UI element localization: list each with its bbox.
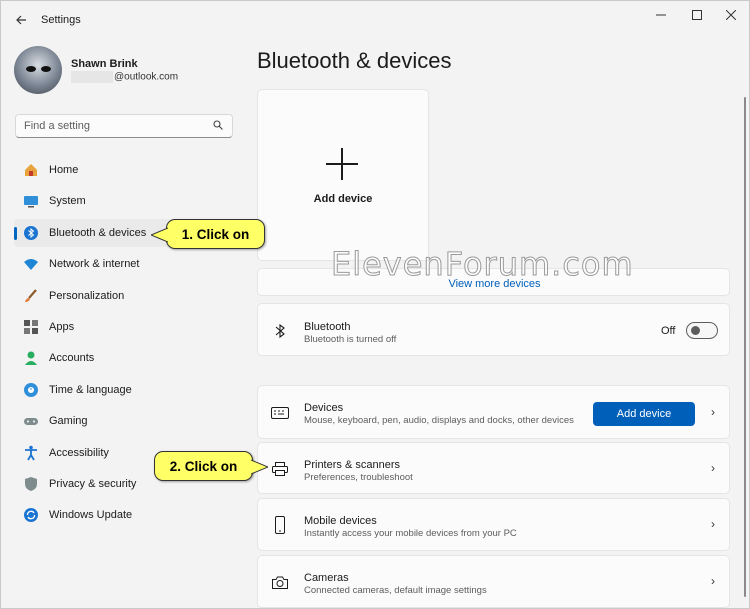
- sidebar-item-network[interactable]: Network & internet: [14, 250, 236, 278]
- user-email-suffix: @outlook.com: [114, 71, 179, 83]
- sidebar-item-system[interactable]: System: [14, 187, 236, 215]
- back-arrow-icon: [15, 15, 26, 25]
- maximize-icon: [692, 10, 702, 20]
- callout-step2: 2. Click on: [154, 451, 268, 481]
- user-email: @outlook.com: [71, 71, 178, 83]
- bluetooth-subtitle: Bluetooth is turned off: [304, 334, 397, 345]
- mobile-title: Mobile devices: [304, 515, 377, 527]
- close-icon: [726, 10, 736, 20]
- cameras-subtitle: Connected cameras, default image setting…: [304, 585, 487, 596]
- chevron-right-icon: ›: [711, 405, 715, 419]
- sidebar-item-time-language[interactable]: Time & language: [14, 376, 236, 404]
- settings-window: Settings Shawn Brink @outlook.com Home S…: [0, 0, 750, 609]
- sidebar-item-label: Accessibility: [49, 446, 109, 459]
- scrollbar[interactable]: [744, 97, 746, 597]
- mobile-devices-card[interactable]: Mobile devices Instantly access your mob…: [257, 498, 730, 551]
- callout-pointer: [251, 459, 268, 475]
- cameras-card[interactable]: Cameras Connected cameras, default image…: [257, 555, 730, 608]
- plus-icon: [326, 148, 358, 180]
- camera-icon: [270, 572, 290, 592]
- sidebar-item-gaming[interactable]: Gaming: [14, 407, 236, 435]
- bluetooth-toggle[interactable]: [686, 322, 718, 339]
- devices-title: Devices: [304, 402, 344, 414]
- callout-step1-text: 1. Click on: [181, 226, 250, 242]
- sidebar-item-label: Network & internet: [49, 258, 140, 271]
- home-icon: [23, 162, 39, 178]
- phone-icon: [270, 515, 290, 535]
- add-device-button[interactable]: Add device: [593, 402, 695, 426]
- keyboard-icon: [270, 403, 290, 423]
- mobile-subtitle: Instantly access your mobile devices fro…: [304, 528, 517, 539]
- sidebar-item-label: Home: [49, 164, 79, 176]
- add-device-label: Add device: [313, 193, 373, 205]
- sidebar-item-apps[interactable]: Apps: [14, 313, 236, 341]
- bluetooth-toggle-label: Off: [661, 325, 676, 337]
- sidebar-item-windows-update[interactable]: Windows Update: [14, 501, 236, 529]
- cameras-title: Cameras: [304, 572, 349, 584]
- chevron-right-icon: ›: [711, 574, 715, 588]
- bluetooth-icon: [270, 321, 290, 341]
- devices-subtitle: Mouse, keyboard, pen, audio, displays an…: [304, 415, 574, 426]
- sidebar-item-label: System: [49, 195, 86, 208]
- devices-card[interactable]: Devices Mouse, keyboard, pen, audio, dis…: [257, 385, 730, 439]
- chevron-right-icon: ›: [711, 517, 715, 531]
- callout-step1: 1. Click on: [151, 219, 265, 249]
- search-input[interactable]: [16, 115, 196, 137]
- sidebar-item-personalization[interactable]: Personalization: [14, 282, 236, 310]
- chevron-right-icon: ›: [711, 461, 715, 475]
- avatar-eye-left: [26, 66, 36, 72]
- bluetooth-icon: [23, 225, 39, 241]
- sidebar-item-accounts[interactable]: Accounts: [14, 344, 236, 372]
- avatar-eye-right: [41, 66, 51, 72]
- globe-icon: [23, 382, 39, 398]
- sidebar-item-label: Time & language: [49, 383, 132, 396]
- gamepad-icon: [23, 413, 39, 429]
- page-title: Bluetooth & devices: [257, 48, 452, 73]
- email-redaction: [71, 71, 113, 83]
- brush-icon: [23, 288, 39, 304]
- sidebar-item-label: Windows Update: [49, 509, 133, 522]
- sidebar-item-label: Apps: [49, 320, 75, 333]
- search-icon: [213, 120, 223, 130]
- title-bar: Settings: [1, 1, 750, 39]
- sidebar-item-home[interactable]: Home: [14, 156, 236, 184]
- sidebar-item-label: Gaming: [49, 415, 88, 428]
- apps-icon: [23, 319, 39, 335]
- avatar[interactable]: [14, 46, 62, 94]
- update-icon: [23, 507, 39, 523]
- shield-icon: [23, 476, 39, 492]
- search-box[interactable]: [15, 114, 233, 138]
- system-icon: [23, 193, 39, 209]
- sidebar-item-label: Accounts: [49, 352, 95, 365]
- accessibility-icon: [23, 445, 39, 461]
- accounts-icon: [23, 350, 39, 366]
- sidebar-item-label: Bluetooth & devices: [49, 226, 147, 239]
- wifi-icon: [23, 256, 39, 272]
- printer-icon: [270, 459, 290, 479]
- callout-step2-text: 2. Click on: [169, 458, 238, 474]
- printers-subtitle: Preferences, troubleshoot: [304, 472, 413, 483]
- minimize-button[interactable]: [641, 4, 681, 26]
- sidebar-item-label: Privacy & security: [49, 477, 137, 490]
- add-device-tile[interactable]: Add device: [257, 89, 429, 261]
- window-title: Settings: [41, 14, 81, 26]
- bluetooth-title: Bluetooth: [304, 321, 351, 333]
- printers-title: Printers & scanners: [304, 459, 400, 471]
- watermark: ElevenForum.com: [331, 245, 634, 284]
- callout-pointer: [151, 227, 168, 243]
- user-name: Shawn Brink: [71, 58, 138, 70]
- back-button[interactable]: [9, 9, 33, 31]
- sidebar-item-label: Personalization: [49, 289, 125, 302]
- printers-card[interactable]: Printers & scanners Preferences, trouble…: [257, 442, 730, 494]
- bluetooth-card: Bluetooth Bluetooth is turned off Off: [257, 303, 730, 356]
- close-button[interactable]: [711, 4, 750, 26]
- minimize-icon: [656, 14, 666, 16]
